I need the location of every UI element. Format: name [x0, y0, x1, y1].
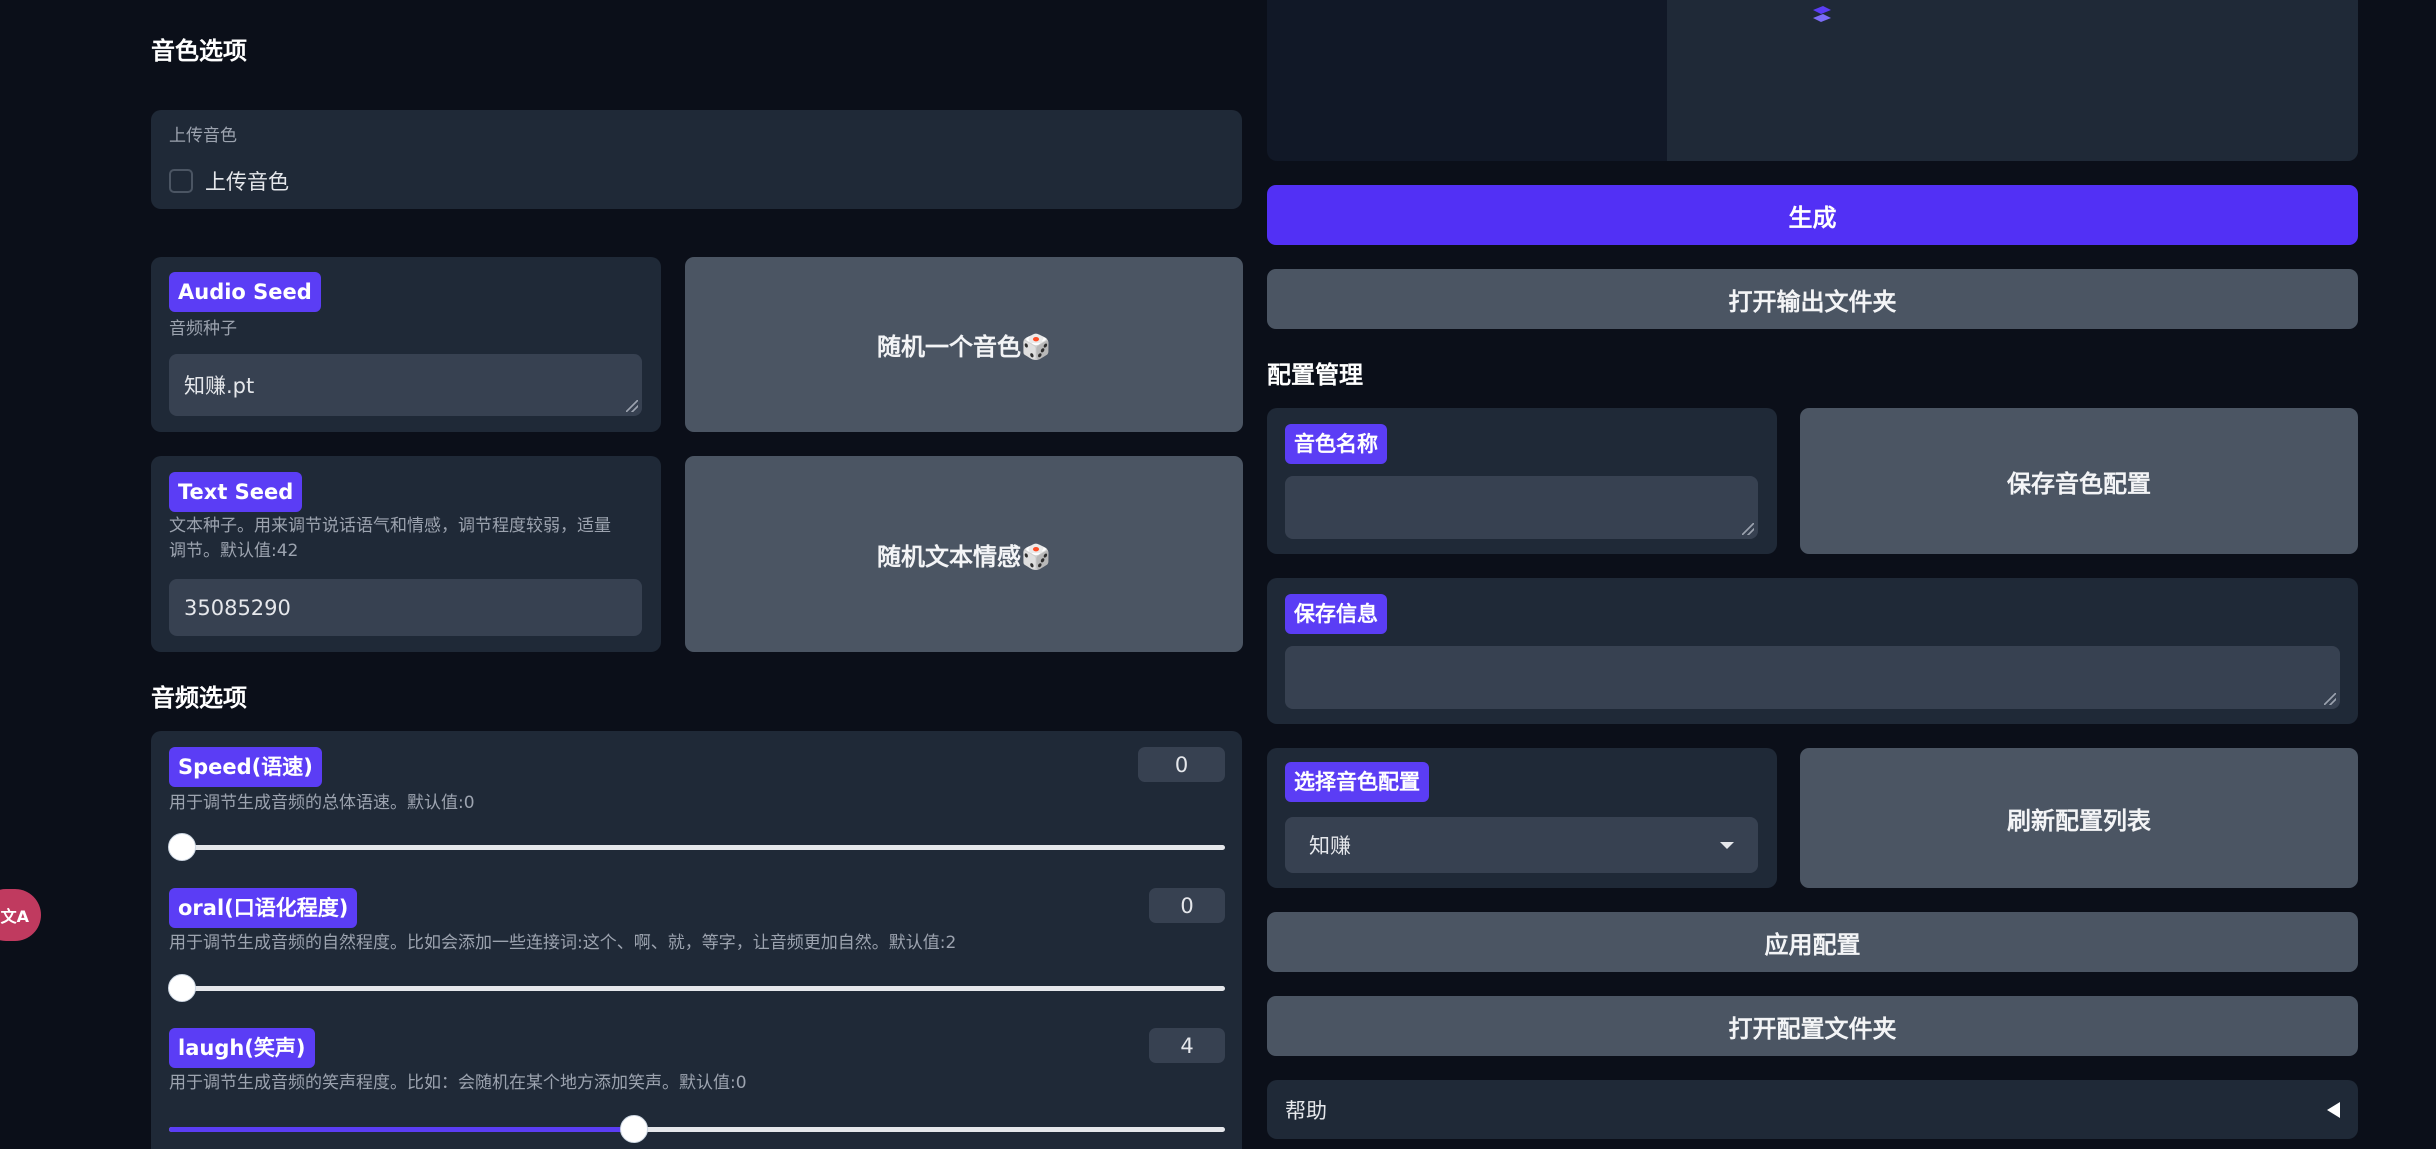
- voice-name-panel: 音色名称: [1267, 408, 1777, 554]
- select-config-panel: 选择音色配置 知赚: [1267, 748, 1777, 888]
- translate-icon[interactable]: 文A: [0, 889, 41, 941]
- audio-seed-value: 知赚.pt: [184, 374, 255, 398]
- audio-options-title: 音频选项: [151, 684, 247, 712]
- config-management-title: 配置管理: [1267, 361, 1363, 389]
- select-config-label: 选择音色配置: [1285, 762, 1429, 802]
- speed-number-input[interactable]: 0: [1138, 747, 1225, 782]
- audio-seed-input[interactable]: 知赚.pt: [169, 354, 642, 416]
- triangle-left-icon[interactable]: [2327, 1101, 2340, 1118]
- laugh-slider-label: laugh(笑声): [169, 1028, 315, 1068]
- save-info-textarea[interactable]: [1285, 646, 2340, 709]
- text-seed-info-line1: 文本种子。用来调节说话语气和情感，调节程度较弱，适量: [169, 516, 611, 536]
- laugh-slider-fill: [169, 1127, 634, 1132]
- oral-slider-track[interactable]: [169, 986, 1225, 991]
- text-seed-label: Text Seed: [169, 472, 303, 512]
- save-voice-config-button[interactable]: 保存音色配置: [1800, 408, 2358, 554]
- chevron-down-icon[interactable]: [1720, 841, 1734, 849]
- text-seed-info: 文本种子。用来调节说话语气和情感，调节程度较弱，适量 调节。默认值:42: [169, 514, 649, 564]
- laugh-slider-info: 用于调节生成音频的笑声程度。比如：会随机在某个地方添加笑声。默认值:0: [169, 1073, 747, 1093]
- speed-slider-info: 用于调节生成音频的总体语速。默认值:0: [169, 793, 475, 813]
- save-info-label: 保存信息: [1285, 594, 1387, 634]
- voice-name-label: 音色名称: [1285, 424, 1387, 464]
- output-preview-area: [1667, 0, 2358, 161]
- speed-slider-thumb[interactable]: [168, 833, 196, 861]
- help-label: 帮助: [1285, 1098, 1327, 1123]
- text-seed-value: 35085290: [184, 595, 291, 620]
- oral-number-input[interactable]: 0: [1149, 888, 1225, 923]
- upload-voice-panel-label: 上传音色: [169, 126, 237, 146]
- text-seed-input[interactable]: 35085290: [169, 579, 642, 636]
- upload-voice-checkbox[interactable]: [169, 169, 193, 193]
- random-emotion-button[interactable]: 随机文本情感🎲: [685, 456, 1243, 652]
- oral-slider-label: oral(口语化程度): [169, 888, 358, 928]
- apply-config-button[interactable]: 应用配置: [1267, 912, 2358, 972]
- oral-slider-info: 用于调节生成音频的自然程度。比如会添加一些连接词:这个、啊、就，等字，让音频更加…: [169, 933, 957, 953]
- oral-slider-thumb[interactable]: [168, 974, 196, 1002]
- laugh-slider-thumb[interactable]: [619, 1115, 648, 1143]
- random-voice-button[interactable]: 随机一个音色🎲: [685, 257, 1243, 432]
- refresh-config-list-button[interactable]: 刷新配置列表: [1800, 748, 2358, 888]
- resize-grip-icon[interactable]: [2324, 693, 2336, 705]
- upload-voice-checkbox-row[interactable]: 上传音色: [169, 166, 289, 196]
- save-info-panel: 保存信息: [1267, 578, 2358, 724]
- resize-grip-icon[interactable]: [626, 400, 638, 412]
- open-config-folder-button[interactable]: 打开配置文件夹: [1267, 996, 2358, 1056]
- output-preview-panel: [1267, 0, 2358, 161]
- voice-options-title: 音色选项: [151, 37, 247, 65]
- speed-slider-label: Speed(语速): [169, 747, 322, 787]
- select-config-selected: 知赚: [1309, 834, 1351, 858]
- resize-grip-icon[interactable]: [1742, 523, 1754, 535]
- speed-slider-track[interactable]: [169, 845, 1225, 850]
- help-accordion[interactable]: 帮助: [1267, 1080, 2358, 1139]
- loading-icon: [1809, 4, 1835, 26]
- laugh-number-input[interactable]: 4: [1149, 1028, 1225, 1063]
- audio-seed-info: 音频种子: [169, 319, 237, 339]
- voice-name-input[interactable]: [1285, 476, 1758, 539]
- text-seed-info-line2: 调节。默认值:42: [169, 541, 299, 561]
- generate-button[interactable]: 生成: [1267, 185, 2358, 245]
- text-seed-panel: Text Seed 文本种子。用来调节说话语气和情感，调节程度较弱，适量 调节。…: [151, 456, 661, 652]
- select-config-dropdown[interactable]: 知赚: [1285, 817, 1758, 873]
- audio-seed-panel: Audio Seed 音频种子 知赚.pt: [151, 257, 661, 432]
- open-output-folder-button[interactable]: 打开输出文件夹: [1267, 269, 2358, 329]
- audio-options-panel: Speed(语速) 0 用于调节生成音频的总体语速。默认值:0 oral(口语化…: [151, 731, 1242, 1149]
- upload-voice-panel: 上传音色 上传音色: [151, 110, 1242, 209]
- audio-seed-label: Audio Seed: [169, 272, 321, 312]
- upload-voice-checkbox-label: 上传音色: [205, 170, 289, 194]
